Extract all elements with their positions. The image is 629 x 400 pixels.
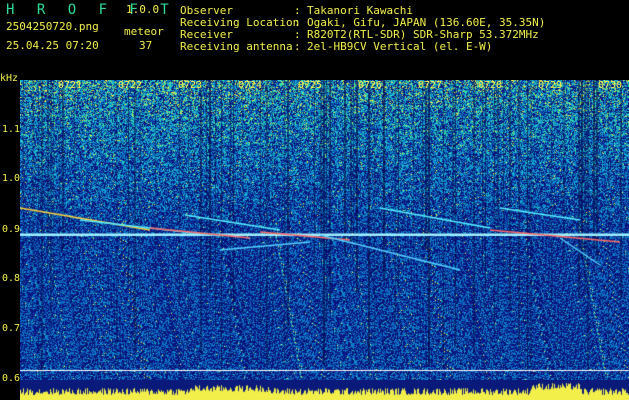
x-tick: 0721 (58, 80, 83, 91)
y-tick: 0.6 (2, 373, 21, 384)
spectrogram (20, 80, 629, 380)
x-tick: 0727 (418, 80, 443, 91)
y-tick: 0.9 (2, 224, 21, 235)
file-name: 2504250720.png (6, 20, 99, 33)
x-tick: 0724 (238, 80, 263, 91)
info-label-antenna: Receiving antenna (180, 40, 293, 53)
x-tick: 0722 (118, 80, 143, 91)
info-colon: : (294, 28, 301, 41)
x-tick: 0730 (598, 80, 623, 91)
info-value-receiver: R820T2(RTL-SDR) SDR-Sharp 53.372MHz (307, 28, 539, 41)
info-label-receiver: Receiver (180, 28, 233, 41)
x-tick: 0725 (298, 80, 323, 91)
info-colon: : (294, 40, 301, 53)
info-label-location: Receiving Location (180, 16, 300, 29)
info-value-location: Ogaki, Gifu, JAPAN (136.60E, 35.35N) (307, 16, 546, 29)
info-value-antenna: 2el-HB9CV Vertical (el. E-W) (307, 40, 493, 53)
info-value-observer: Takanori Kawachi (307, 4, 413, 17)
y-tick: 1.0 (2, 173, 21, 184)
noise-level-bar (20, 380, 629, 400)
x-tick: 0728 (478, 80, 503, 91)
info-label-observer: Observer (180, 4, 233, 17)
header-panel: H R O F F T 1.0.0 2504250720.png meteor … (0, 0, 629, 72)
info-colon: : (294, 4, 301, 17)
meteor-label: meteor (124, 25, 164, 38)
info-colon: : (294, 16, 301, 29)
x-tick: 0729 (538, 80, 563, 91)
y-axis-unit: kHz (0, 73, 19, 84)
x-tick: 0723 (178, 80, 203, 91)
app-version: 1.0.0 (126, 3, 160, 16)
x-tick: 0726 (358, 80, 383, 91)
y-tick: 1.1 (2, 124, 21, 135)
y-tick: 0.8 (2, 273, 21, 284)
meteor-count: 37 (139, 39, 153, 52)
y-tick: 0.7 (2, 323, 21, 334)
date-time: 25.04.25 07:20 (6, 39, 99, 52)
